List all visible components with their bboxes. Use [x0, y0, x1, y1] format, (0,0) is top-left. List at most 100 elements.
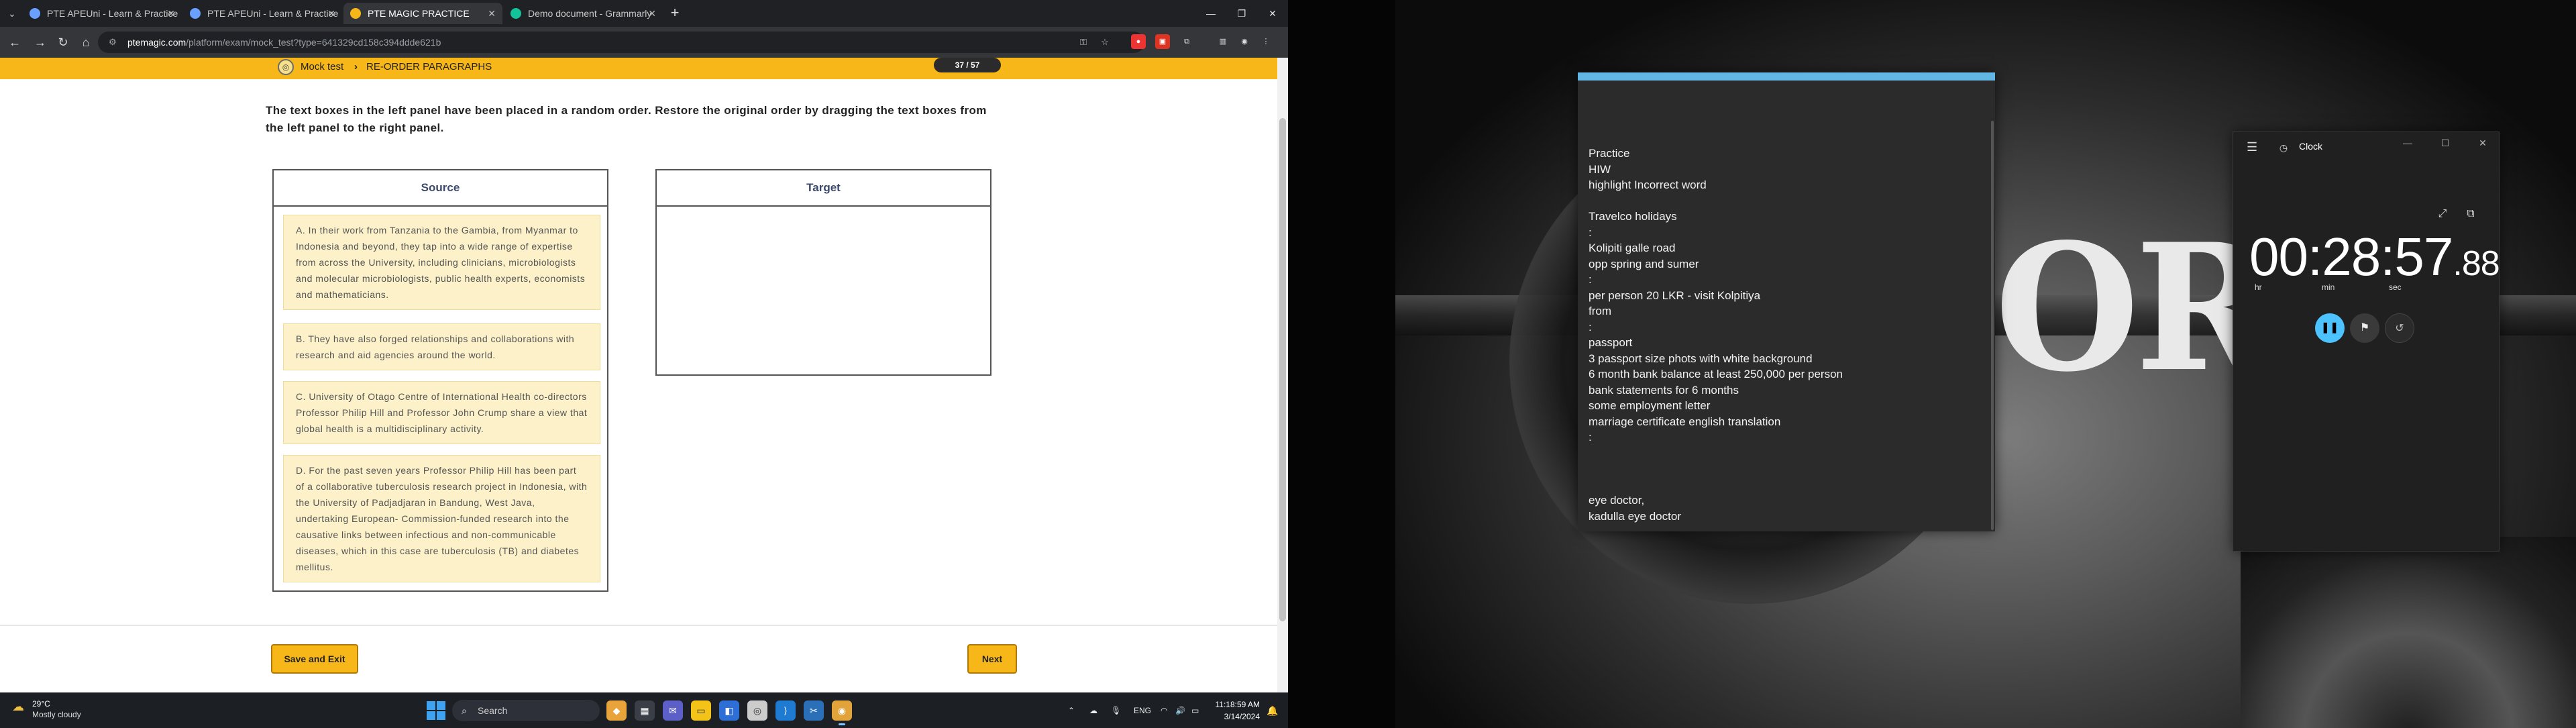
notes-line: : [1589, 431, 1592, 444]
close-icon[interactable]: ✕ [327, 3, 335, 24]
question-counter: 37 / 57 [934, 58, 1001, 72]
lap-flag-button-icon[interactable]: ⚑ [2350, 313, 2379, 343]
browser-toolbar: ← → ↻ ⌂ ⚙ ptemagic.com/platform/exam/moc… [0, 27, 1288, 58]
notes-line: eye doctor, [1589, 494, 1645, 507]
browser-window: ⌄ PTE APEUni - Learn & Practice ✕ PTE AP… [0, 0, 1288, 728]
show-hidden-icons-icon[interactable]: ⌃ [1068, 693, 1075, 728]
site-info-icon[interactable]: ⚙ [109, 37, 119, 48]
notes-window[interactable]: Practice HIW highlight Incorrect word Trave… [1578, 72, 1995, 531]
stopwatch-hundredths: .88 [2453, 244, 2500, 283]
onedrive-icon[interactable]: ☁ [1089, 693, 1097, 728]
close-icon[interactable]: ✕ [488, 3, 496, 24]
breadcrumb-root[interactable]: Mock test [301, 59, 343, 75]
scrollbar-thumb[interactable] [1279, 118, 1286, 621]
back-icon[interactable]: ← [5, 33, 24, 52]
tab-label: PTE APEUni - Learn & Practice [47, 8, 178, 19]
adblock-icon[interactable]: ▣ [1155, 34, 1170, 49]
browser-menu-icon[interactable]: ⋮ [1258, 34, 1273, 49]
stopwatch-main: 00:28:57 [2249, 227, 2453, 287]
snipping-tool-icon[interactable]: ✂ [804, 700, 824, 721]
tab-label: PTE APEUni - Learn & Practice [207, 8, 339, 19]
notes-line: highlight Incorrect word [1589, 178, 1707, 191]
paragraph-item-b[interactable]: B. They have also forged relationships a… [283, 323, 600, 370]
paragraph-item-a[interactable]: A. In their work from Tanzania to the Ga… [283, 215, 600, 310]
extensions-puzzle-icon[interactable]: ⧉ [1179, 34, 1194, 49]
notes-line: passport [1589, 336, 1633, 349]
clock-title: Clock [2299, 141, 2323, 152]
forward-icon[interactable]: → [31, 33, 50, 52]
footer-divider [0, 625, 1277, 626]
keep-on-top-icon[interactable]: ⧉ [2463, 206, 2479, 222]
notification-bell-icon[interactable]: 🔔 [1267, 705, 1278, 716]
notes-line: Travelco holidays [1589, 210, 1677, 223]
close-icon[interactable]: ✕ [648, 3, 656, 24]
tab-apeuni-2[interactable]: PTE APEUni - Learn & Practice ✕ [183, 3, 342, 24]
file-explorer-icon[interactable]: ▭ [691, 700, 711, 721]
vscode-icon[interactable]: ⟩ [775, 700, 796, 721]
notes-line [1589, 446, 1964, 462]
taskbar: ☁ 29°C Mostly cloudy ⌕ Search ◆ ▦ ✉ ▭ ◧ … [0, 692, 1288, 728]
page-scrollbar[interactable] [1277, 58, 1288, 692]
volume-icon[interactable]: 🔊 [1175, 693, 1185, 728]
weather-description: Mostly cloudy [32, 710, 81, 719]
bookmark-star-icon[interactable]: ☆ [1099, 36, 1111, 48]
breadcrumb-current: RE-ORDER PARAGRAPHS [366, 61, 492, 72]
maximize-icon[interactable]: ☐ [2432, 138, 2459, 149]
taskbar-search[interactable]: ⌕ Search [452, 700, 600, 721]
notes-line: Kolipiti galle road [1589, 242, 1676, 254]
notes-text-area[interactable]: Practice HIW highlight Incorrect word Trave… [1589, 146, 1964, 524]
extension-red-icon[interactable]: ● [1131, 34, 1146, 49]
paragraph-item-d[interactable]: D. For the past seven years Professor Ph… [283, 455, 600, 582]
source-title: Source [274, 170, 607, 207]
widget-app-icon[interactable]: ◆ [606, 700, 627, 721]
tab-label: PTE MAGIC PRACTICE [368, 8, 470, 19]
source-panel: Source A. In their work from Tanzania to… [272, 169, 608, 592]
minimize-icon[interactable]: — [2394, 138, 2421, 148]
paragraph-item-c[interactable]: C. University of Otago Centre of Interna… [283, 381, 600, 444]
minimize-icon[interactable]: — [1195, 0, 1226, 27]
clock-title-bar: ☰ ◷ Clock — ☐ ✕ [2233, 132, 2499, 163]
reset-button-icon[interactable]: ↺ [2385, 313, 2414, 343]
target-panel[interactable]: Target [655, 169, 991, 376]
teams-chat-icon[interactable]: ✉ [663, 700, 683, 721]
home-icon[interactable]: ⌂ [76, 33, 95, 52]
close-window-icon[interactable]: ✕ [2469, 138, 2496, 149]
side-panel-icon[interactable]: ▥ [1216, 34, 1230, 49]
tab-pte-magic[interactable]: PTE MAGIC PRACTICE ✕ [343, 3, 502, 24]
notes-scrollbar[interactable] [1991, 121, 1994, 530]
reload-icon[interactable]: ↻ [54, 33, 72, 52]
taskbar-clock[interactable]: 11:18:59 AM 3/14/2024 [1213, 698, 1260, 723]
notes-line [1589, 477, 1964, 493]
address-bar[interactable]: ⚙ ptemagic.com/platform/exam/mock_test?t… [98, 32, 1144, 53]
microphone-icon[interactable]: 🎙 [1111, 693, 1121, 728]
tab-search-button[interactable]: ⌄ [4, 5, 20, 21]
battery-icon[interactable]: ▭ [1191, 693, 1199, 728]
store-icon[interactable]: ◧ [719, 700, 739, 721]
pause-button-icon[interactable]: ❚❚ [2315, 313, 2345, 343]
hamburger-menu-icon[interactable]: ☰ [2247, 140, 2257, 154]
close-icon[interactable]: ✕ [167, 3, 175, 24]
profile-icon[interactable]: ◉ [1237, 34, 1252, 49]
restore-icon[interactable]: ❐ [1226, 0, 1257, 27]
url-path: /platform/exam/mock_test?type=641329cd15… [186, 37, 441, 48]
start-button-windows-icon[interactable] [427, 701, 445, 720]
tab-apeuni-1[interactable]: PTE APEUni - Learn & Practice ✕ [23, 3, 182, 24]
save-and-exit-button[interactable]: Save and Exit [271, 644, 358, 674]
unit-sec: sec [2389, 282, 2402, 292]
notes-line: : [1589, 273, 1592, 286]
close-window-icon[interactable]: ✕ [1257, 0, 1288, 27]
new-tab-icon[interactable]: + [667, 5, 683, 21]
task-view-icon[interactable]: ▦ [635, 700, 655, 721]
tab-grammarly[interactable]: Demo document - Grammarly ✕ [504, 3, 663, 24]
stopwatch-display: 00:28:57.88 [2249, 225, 2500, 296]
chrome-icon[interactable]: ◉ [832, 700, 852, 725]
language-indicator[interactable]: ENG [1134, 693, 1151, 728]
search-icon: ⌕ [462, 705, 467, 716]
expand-icon[interactable]: ⤢ [2434, 206, 2451, 222]
next-button[interactable]: Next [967, 644, 1017, 674]
wifi-icon[interactable]: ◠ [1161, 693, 1167, 728]
wallpaper-left-dark [1288, 0, 1395, 728]
obs-icon[interactable]: ◎ [747, 700, 767, 721]
url-host: ptemagic.com [127, 37, 186, 48]
password-key-icon[interactable]: ⚿ [1077, 36, 1089, 48]
